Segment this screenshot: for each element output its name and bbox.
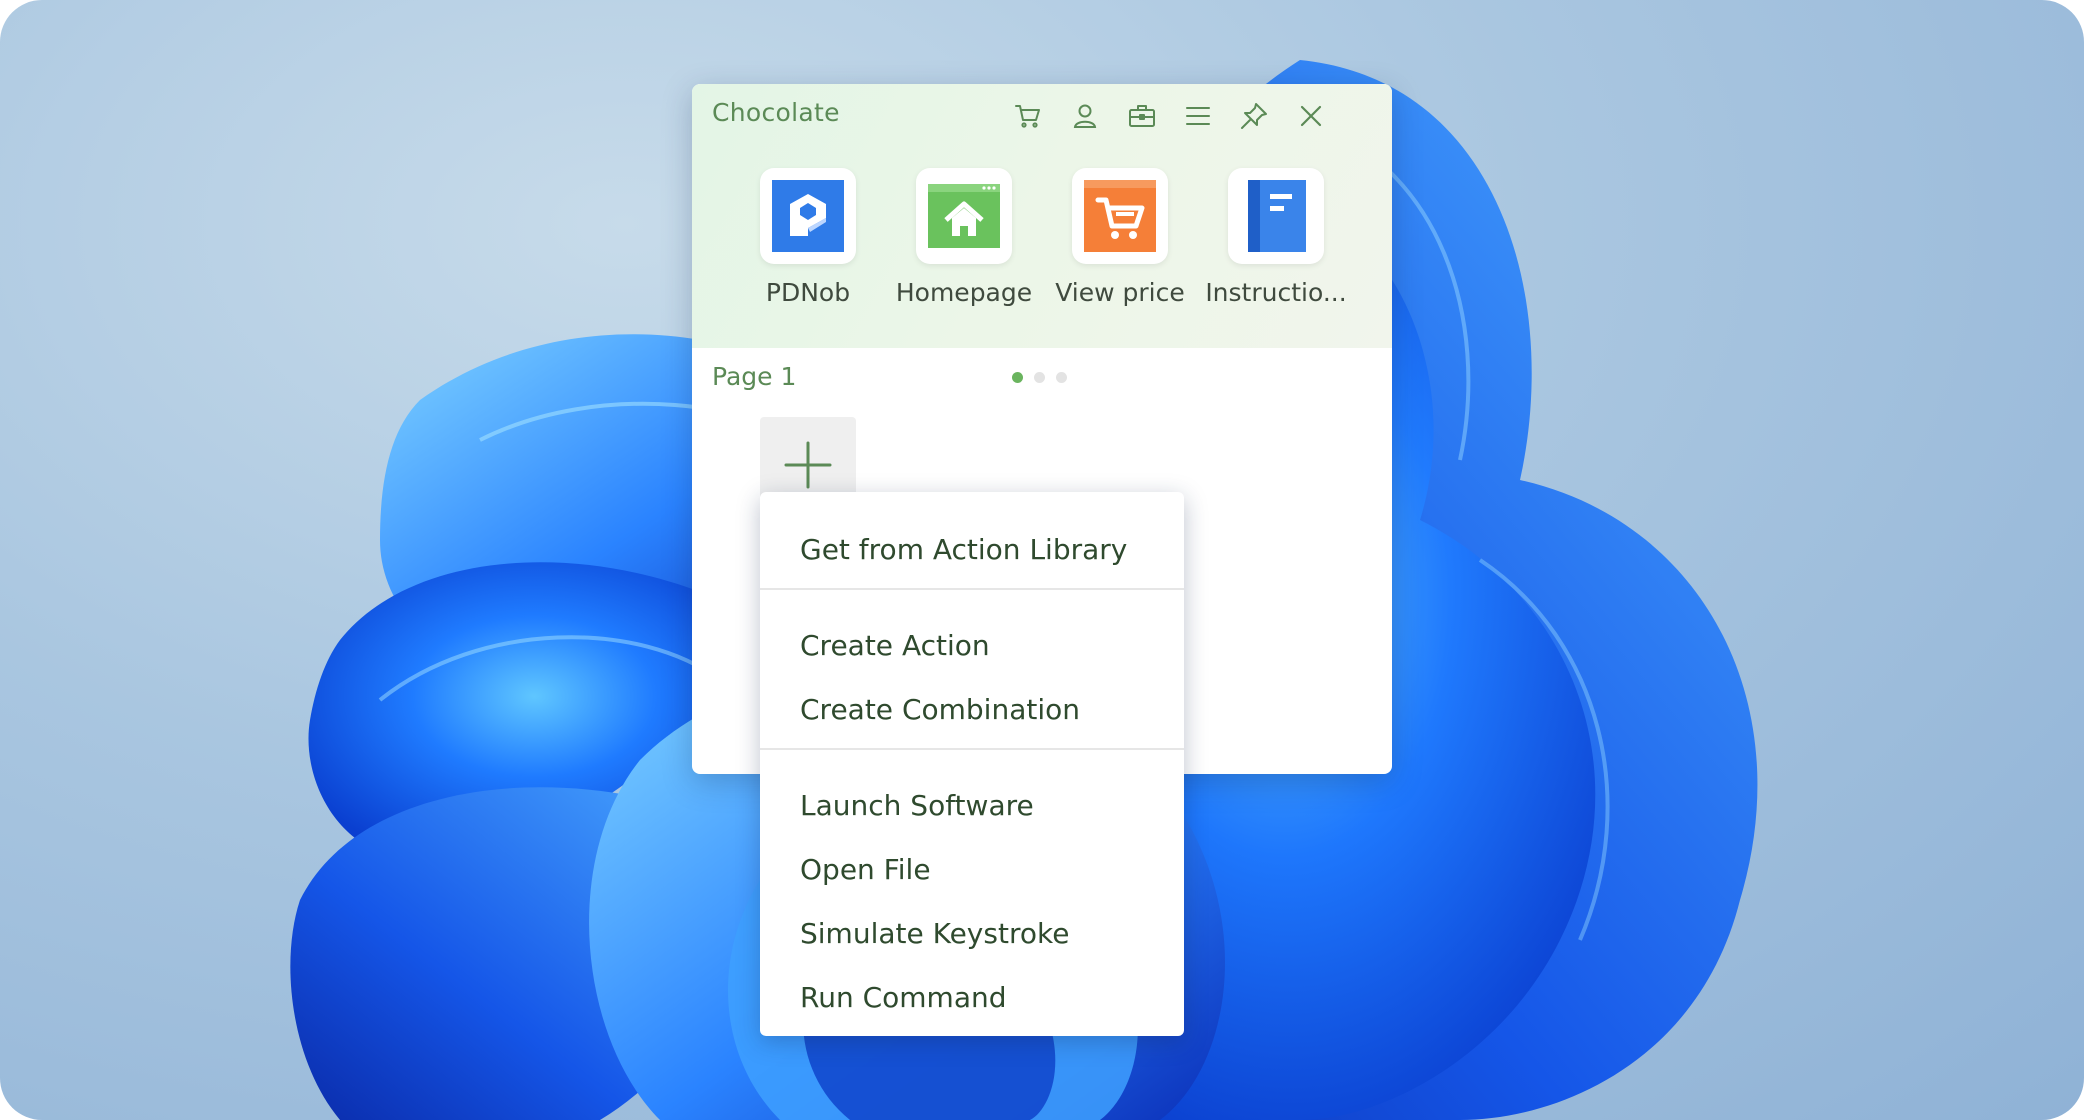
app-label-instructions: Instructio... [1205, 278, 1347, 307]
app-label-homepage: Homepage [895, 278, 1033, 307]
panel-header: Chocolate PDNob Homepage View price Inst… [692, 84, 1392, 348]
app-icon-frame [1072, 168, 1168, 264]
app-label-pdnob: PDNob [765, 278, 851, 307]
app-tile-homepage[interactable]: Homepage [886, 168, 1042, 318]
app-title: Chocolate [712, 98, 840, 127]
app-label-view-price: View price [1055, 278, 1185, 307]
pin-button[interactable] [1232, 94, 1276, 138]
app-icon-frame [760, 168, 856, 264]
page-dot-3[interactable] [1056, 372, 1067, 383]
app-tile-pdnob[interactable]: PDNob [730, 168, 886, 318]
menu-button[interactable] [1176, 94, 1220, 138]
menu-item-create-action[interactable]: Create Action [760, 616, 1184, 676]
pdnob-icon [772, 180, 844, 252]
page-dot-2[interactable] [1034, 372, 1045, 383]
menu-item-run-command[interactable]: Run Command [760, 968, 1184, 1028]
menu-item-create-combination[interactable]: Create Combination [760, 680, 1184, 740]
home-icon [928, 184, 1000, 248]
app-tile-instructions[interactable]: Instructio... [1198, 168, 1354, 318]
add-action-context-menu: Get from Action Library Create Action Cr… [760, 492, 1184, 1036]
page-label: Page 1 [712, 362, 797, 391]
cart-button[interactable] [1006, 94, 1050, 138]
book-icon [1248, 180, 1306, 252]
menu-divider [760, 748, 1184, 750]
page-dot-1[interactable] [1012, 372, 1023, 383]
menu-item-simulate-keystroke[interactable]: Simulate Keystroke [760, 904, 1184, 964]
menu-item-open-file[interactable]: Open File [760, 840, 1184, 900]
user-icon [1073, 104, 1097, 128]
app-icon-frame [1228, 168, 1324, 264]
app-tile-view-price[interactable]: View price [1042, 168, 1198, 318]
cart-icon [1015, 105, 1040, 128]
user-button[interactable] [1063, 94, 1107, 138]
app-icon-frame [916, 168, 1012, 264]
menu-item-launch-software[interactable]: Launch Software [760, 776, 1184, 836]
shopping-cart-icon [1084, 180, 1156, 252]
close-button[interactable] [1289, 94, 1333, 138]
menu-item-get-from-action-library[interactable]: Get from Action Library [760, 520, 1184, 580]
toolbox-icon [1129, 105, 1155, 127]
plus-icon [784, 441, 832, 489]
close-icon [1300, 105, 1322, 127]
pin-icon [1241, 103, 1267, 129]
toolbox-button[interactable] [1120, 94, 1164, 138]
menu-divider [760, 588, 1184, 590]
menu-icon [1186, 107, 1210, 125]
